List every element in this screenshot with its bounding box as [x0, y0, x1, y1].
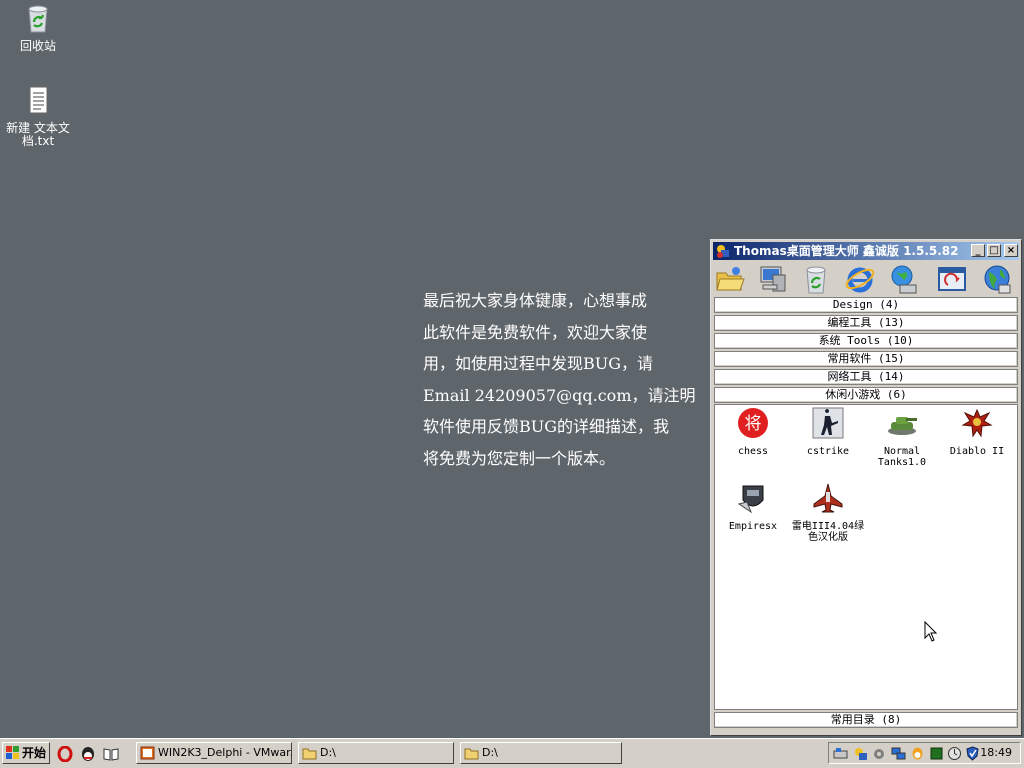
svg-text:将: 将: [745, 414, 762, 434]
shortcut-cstrike[interactable]: cstrike: [790, 407, 866, 457]
folder-icon: [464, 748, 479, 760]
title-bar[interactable]: Thomas桌面管理大师 鑫诚版 1.5.5.82 _ □ ×: [713, 242, 1019, 260]
raiden-icon: [813, 483, 843, 513]
tank-icon: [888, 417, 917, 435]
taskbar-button-vmware[interactable]: WIN2K3_Delphi - VMwar...: [136, 742, 292, 764]
desktop-message: 最后祝大家身体键康，心想事成 此软件是免费软件，欢迎大家使 用，如使用过程中发现…: [423, 291, 696, 468]
category-casual-games[interactable]: 休闲小游戏 (6): [714, 387, 1018, 403]
shortcut-normal-tanks[interactable]: Normal Tanks1.0: [864, 407, 940, 468]
category-common-software[interactable]: 常用软件 (15): [714, 351, 1018, 367]
opera-icon[interactable]: [57, 746, 73, 762]
taskbar: 开始 WIN2K3_Delphi - VMwar... D:\ D:\ 18:4…: [0, 738, 1024, 768]
desktop-icon-label: 回收站: [19, 39, 56, 53]
app-icon: [717, 245, 729, 258]
desktop-icon-recycle-bin[interactable]: 回收站: [0, 2, 76, 53]
tray-app-icon[interactable]: [853, 746, 868, 761]
system-tray: 18:49: [828, 742, 1021, 764]
my-computer-icon[interactable]: [757, 263, 789, 295]
clock-tray-icon[interactable]: [947, 746, 962, 761]
toolbar: [714, 262, 1018, 296]
security-shield-icon[interactable]: [965, 746, 980, 761]
category-common-directories[interactable]: 常用目录 (8): [714, 712, 1018, 728]
taskbar-button-folder-d[interactable]: D:\: [298, 742, 454, 764]
globe-icon[interactable]: [981, 263, 1013, 295]
window-title: Thomas桌面管理大师 鑫诚版 1.5.5.82: [734, 244, 959, 258]
close-button[interactable]: ×: [1004, 244, 1018, 257]
empires-icon: [737, 485, 764, 514]
qq-icon[interactable]: [80, 746, 96, 762]
network-icon[interactable]: [888, 263, 920, 295]
shortcut-raiden-iii[interactable]: 雷电III4.04绿色汉化版: [790, 482, 866, 543]
windows-logo-icon: [6, 746, 19, 759]
folder-icon: [302, 748, 317, 760]
open-folder-icon[interactable]: [714, 263, 746, 295]
shortcut-chess[interactable]: 将 chess: [715, 407, 791, 457]
book-icon[interactable]: [103, 746, 119, 762]
refresh-window-icon[interactable]: [936, 263, 968, 295]
qq-tray-icon[interactable]: [910, 746, 925, 761]
clock[interactable]: 18:49: [980, 743, 1012, 763]
settings-icon[interactable]: [872, 746, 887, 761]
internet-explorer-icon[interactable]: [844, 263, 876, 295]
start-button[interactable]: 开始: [2, 742, 50, 764]
maximize-button[interactable]: □: [987, 244, 1001, 257]
text-document-icon: [29, 86, 48, 114]
cstrike-icon: [812, 407, 844, 439]
taskbar-button-folder-d-2[interactable]: D:\: [460, 742, 622, 764]
mouse-cursor-icon: [924, 621, 938, 642]
monitor-icon[interactable]: [929, 746, 944, 761]
network-connection-icon[interactable]: [891, 746, 906, 761]
diablo-icon: [961, 408, 993, 438]
minimize-button[interactable]: _: [971, 244, 985, 257]
category-network-tools[interactable]: 网络工具 (14): [714, 369, 1018, 385]
shortcut-empiresx[interactable]: Empiresx: [715, 482, 791, 532]
desktop-icon-label: 新建 文本文档.txt: [6, 121, 70, 148]
keyboard-icon[interactable]: [833, 746, 848, 761]
category-system-tools[interactable]: 系统 Tools (10): [714, 333, 1018, 349]
desktop-icon-text-file[interactable]: 新建 文本文档.txt: [0, 84, 76, 148]
games-panel: 将 chess cstrike Normal Tanks1.0 Diablo I…: [714, 404, 1018, 710]
shortcut-diablo-ii[interactable]: Diablo II: [939, 407, 1015, 457]
chess-icon: 将: [738, 408, 768, 438]
vmware-icon: [140, 746, 155, 760]
category-programming-tools[interactable]: 编程工具 (13): [714, 315, 1018, 331]
recycle-bin-icon[interactable]: [800, 263, 832, 295]
category-design[interactable]: Design (4): [714, 297, 1018, 313]
desktop-manager-window: Thomas桌面管理大师 鑫诚版 1.5.5.82 _ □ × Design (…: [710, 239, 1022, 736]
recycle-bin-icon: [28, 5, 48, 33]
